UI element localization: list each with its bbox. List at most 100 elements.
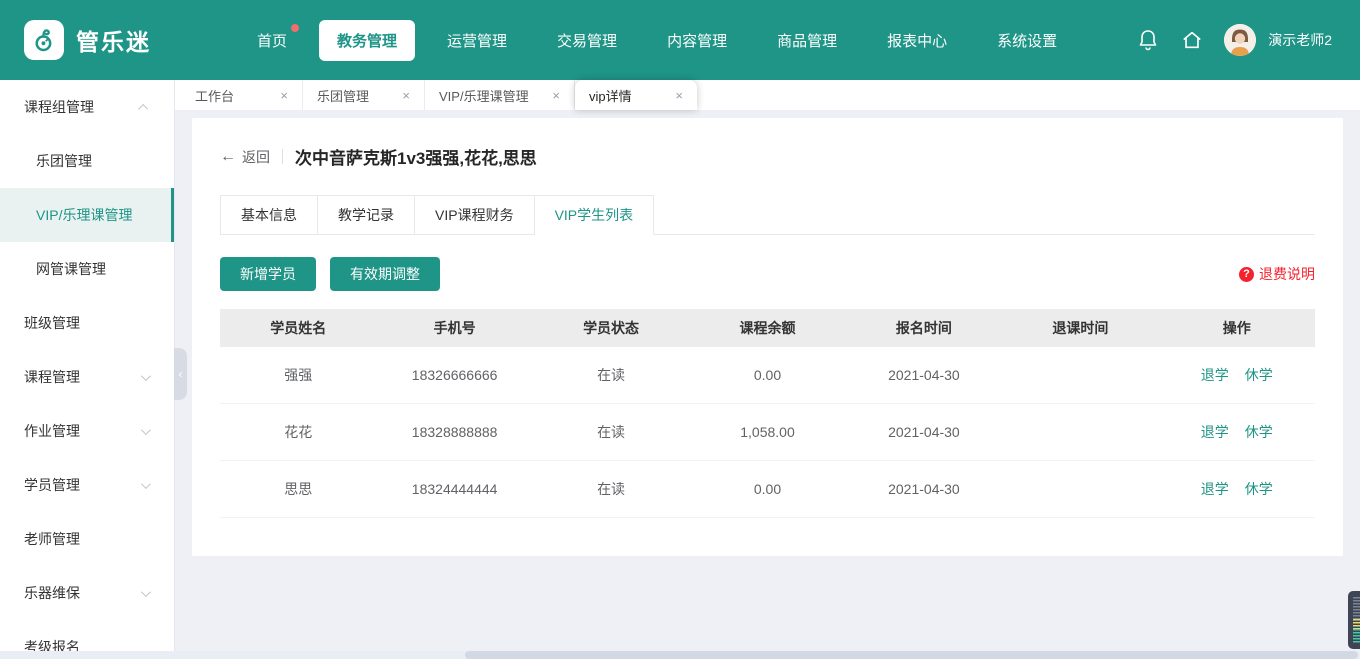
toolbar: 新增学员 有效期调整 ? 退费说明 [220, 257, 1315, 291]
tab-label: 工作台 [195, 86, 234, 105]
tab-vip-course-finance[interactable]: VIP课程财务 [415, 195, 535, 235]
sidebar-item-vip-theory-mgmt[interactable]: VIP/乐理课管理 [0, 188, 174, 242]
cell-actions: 退学 休学 [1159, 365, 1315, 385]
nav-item-settings[interactable]: 系统设置 [979, 20, 1075, 61]
tabstrip-tab-orchestra[interactable]: 乐团管理 × [303, 80, 425, 110]
sidebar-item-label: 老师管理 [24, 529, 80, 549]
close-icon[interactable]: × [402, 88, 410, 103]
sidebar-item-label: VIP/乐理课管理 [36, 205, 132, 225]
tab-basic-info[interactable]: 基本信息 [220, 195, 318, 235]
suspend-link[interactable]: 休学 [1245, 479, 1273, 499]
nav-item-label: 教务管理 [337, 33, 397, 50]
withdraw-link[interactable]: 退学 [1201, 365, 1229, 385]
sidebar-item-label: 作业管理 [24, 421, 80, 441]
tabstrip-tab-workbench[interactable]: 工作台 × [181, 80, 303, 110]
home-icon[interactable] [1180, 28, 1204, 52]
main-wrap: 课程组管理 乐团管理 VIP/乐理课管理 网管课管理 班级管理 课程管理 作业管… [0, 80, 1360, 659]
cell-actions: 退学 休学 [1159, 422, 1315, 442]
suspend-link[interactable]: 休学 [1245, 422, 1273, 442]
refund-note-link[interactable]: ? 退费说明 [1239, 264, 1315, 284]
tab-label: 基本信息 [241, 207, 297, 223]
collapse-icon: ‹ [179, 367, 183, 381]
top-navbar: 管乐迷 首页 教务管理 运营管理 交易管理 内容管理 商品管理 报表中心 系统设… [0, 0, 1360, 80]
tabstrip-tab-vip-detail[interactable]: vip详情 × [575, 80, 697, 110]
back-row: ← 返回 次中音萨克斯1v3强强,花花,思思 [220, 144, 1315, 169]
nav-item-label: 首页 [257, 33, 287, 50]
nav-item-content[interactable]: 内容管理 [649, 20, 745, 61]
close-icon[interactable]: × [675, 88, 683, 103]
content-area: ← 返回 次中音萨克斯1v3强强,花花,思思 基本信息 教学记录 VIP课程财务… [175, 110, 1360, 659]
nav-item-products[interactable]: 商品管理 [759, 20, 855, 61]
chevron-down-icon [141, 587, 151, 597]
question-icon: ? [1239, 267, 1254, 282]
sidebar-item-instrument-maintenance[interactable]: 乐器维保 [0, 566, 174, 620]
tab-label: VIP/乐理课管理 [439, 86, 529, 105]
detail-tabs: 基本信息 教学记录 VIP课程财务 VIP学生列表 [220, 195, 1315, 235]
cell-status: 在读 [533, 479, 689, 499]
back-button[interactable]: ← 返回 [220, 147, 270, 167]
sidebar-item-course-groups[interactable]: 课程组管理 [0, 80, 174, 134]
cell-balance: 0.00 [689, 367, 845, 383]
sidebar-item-course-mgmt[interactable]: 课程管理 [0, 350, 174, 404]
minimap-green-band [1353, 629, 1360, 643]
bell-icon[interactable] [1136, 28, 1160, 52]
nav-item-label: 报表中心 [887, 33, 947, 50]
nav-item-home[interactable]: 首页 [239, 20, 305, 61]
tabstrip-tab-vip-theory[interactable]: VIP/乐理课管理 × [425, 80, 575, 110]
back-label: 返回 [242, 147, 270, 167]
withdraw-link[interactable]: 退学 [1201, 422, 1229, 442]
nav-item-label: 内容管理 [667, 33, 727, 50]
user-name[interactable]: 演示老师2 [1268, 30, 1332, 50]
sidebar-item-homework-mgmt[interactable]: 作业管理 [0, 404, 174, 458]
cell-phone: 18328888888 [376, 424, 532, 440]
add-student-button[interactable]: 新增学员 [220, 257, 316, 291]
horizontal-scrollbar-track[interactable] [0, 651, 1360, 659]
avatar[interactable] [1224, 24, 1256, 56]
back-arrow-icon: ← [220, 148, 236, 166]
tab-label: 教学记录 [338, 207, 394, 223]
sidebar-item-label: 学员管理 [24, 475, 80, 495]
instrument-logo-icon [31, 27, 57, 53]
nav-item-transactions[interactable]: 交易管理 [539, 20, 635, 61]
right-area: 工作台 × 乐团管理 × VIP/乐理课管理 × vip详情 × ← [175, 80, 1360, 659]
sidebar-item-label: 网管课管理 [36, 259, 106, 279]
nav-item-operations[interactable]: 运营管理 [429, 20, 525, 61]
suspend-link[interactable]: 休学 [1245, 365, 1273, 385]
sidebar-collapse-handle[interactable]: ‹ [174, 348, 187, 400]
sidebar-item-teacher-mgmt[interactable]: 老师管理 [0, 512, 174, 566]
table-row: 思思 18324444444 在读 0.00 2021-04-30 退学 休学 [220, 461, 1315, 518]
brand-name: 管乐迷 [76, 23, 151, 57]
sidebar-item-orchestra-mgmt[interactable]: 乐团管理 [0, 134, 174, 188]
scroll-minimap-widget[interactable] [1348, 591, 1360, 649]
col-header-quit-date: 退课时间 [1002, 318, 1158, 338]
cell-name: 思思 [220, 479, 376, 499]
student-table: 学员姓名 手机号 学员状态 课程余额 报名时间 退课时间 操作 强强 18326… [220, 309, 1315, 518]
chevron-down-icon [141, 479, 151, 489]
nav-item-academic[interactable]: 教务管理 [319, 20, 415, 61]
sidebar-item-online-course-mgmt[interactable]: 网管课管理 [0, 242, 174, 296]
col-header-balance: 课程余额 [689, 318, 845, 338]
minimap-gray-band [1353, 597, 1360, 619]
detail-card: ← 返回 次中音萨克斯1v3强强,花花,思思 基本信息 教学记录 VIP课程财务… [192, 118, 1343, 556]
adjust-validity-button[interactable]: 有效期调整 [330, 257, 440, 291]
withdraw-link[interactable]: 退学 [1201, 479, 1229, 499]
col-header-enroll-date: 报名时间 [846, 318, 1002, 338]
table-row: 花花 18328888888 在读 1,058.00 2021-04-30 退学… [220, 404, 1315, 461]
horizontal-scrollbar-thumb[interactable] [465, 651, 1358, 659]
tab-vip-student-list[interactable]: VIP学生列表 [535, 195, 655, 235]
sidebar-item-label: 乐团管理 [36, 151, 92, 171]
close-icon[interactable]: × [552, 88, 560, 103]
sidebar-item-label: 课程管理 [24, 367, 80, 387]
page-title: 次中音萨克斯1v3强强,花花,思思 [295, 144, 537, 169]
nav-item-reports[interactable]: 报表中心 [869, 20, 965, 61]
sidebar-item-class-mgmt[interactable]: 班级管理 [0, 296, 174, 350]
cell-balance: 0.00 [689, 481, 845, 497]
tab-teaching-records[interactable]: 教学记录 [318, 195, 415, 235]
close-icon[interactable]: × [280, 88, 288, 103]
refund-note-label: 退费说明 [1259, 264, 1315, 284]
sidebar-item-label: 班级管理 [24, 313, 80, 333]
minimap-yellow-band [1353, 619, 1360, 629]
nav-item-label: 系统设置 [997, 33, 1057, 50]
sidebar-item-student-mgmt[interactable]: 学员管理 [0, 458, 174, 512]
sidebar: 课程组管理 乐团管理 VIP/乐理课管理 网管课管理 班级管理 课程管理 作业管… [0, 80, 175, 659]
